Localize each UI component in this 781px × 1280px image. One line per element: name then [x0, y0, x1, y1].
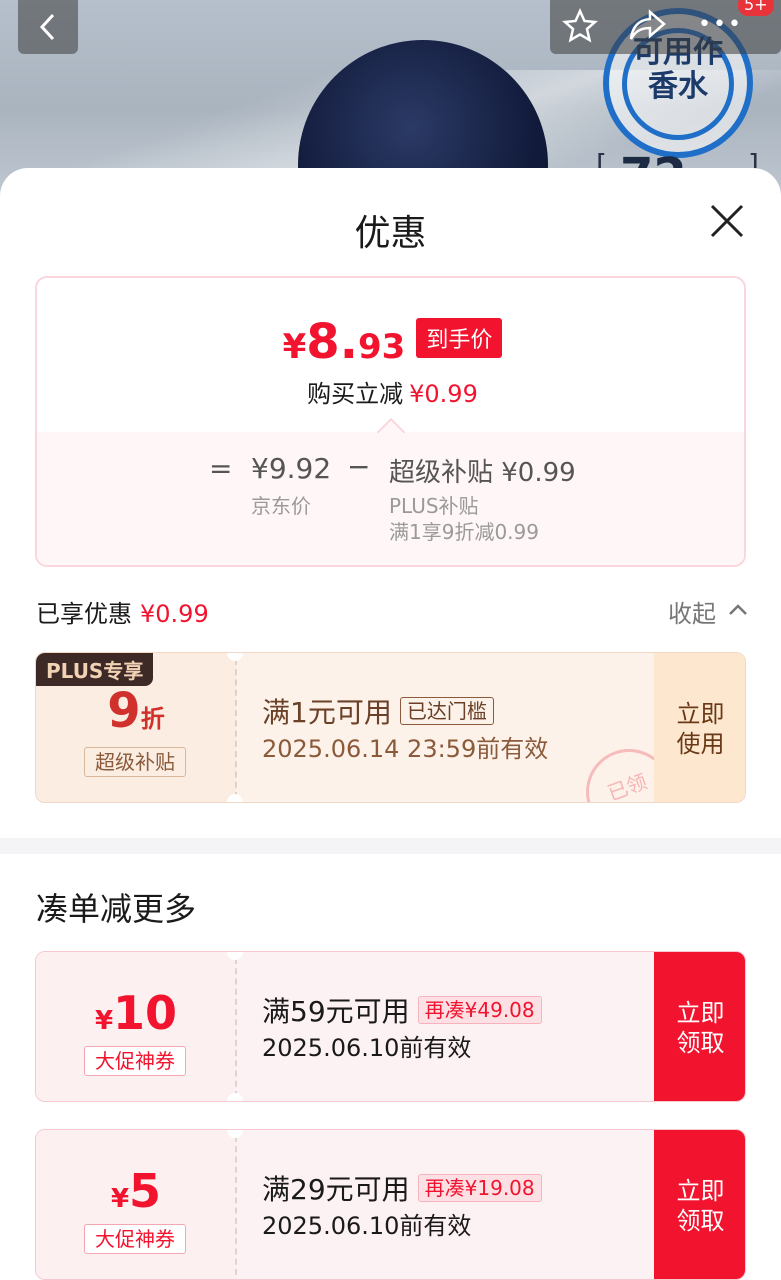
- gap-tag: 再凑¥49.08: [417, 996, 542, 1024]
- top-right-actions: ••• 5+: [550, 0, 781, 54]
- final-price-row: ¥8.93 到手价: [37, 314, 744, 370]
- cta-line-2: 领取: [676, 1206, 725, 1235]
- breakdown-notch: [376, 417, 406, 447]
- discount-number: 9: [107, 683, 141, 739]
- cta-line-1: 立即: [676, 998, 725, 1027]
- coupon-condition: 满29元可用: [262, 1173, 410, 1206]
- coupon-type-label: 大促神券: [84, 1046, 186, 1076]
- close-icon[interactable]: [708, 202, 746, 240]
- coupon-currency: ¥: [110, 1184, 130, 1214]
- final-price: ¥8.93: [283, 314, 406, 370]
- coupon-divider: [235, 659, 237, 798]
- discount-value: 9折: [36, 683, 236, 739]
- final-price-currency: ¥: [282, 327, 307, 367]
- use-now-button[interactable]: 立即 使用: [654, 653, 745, 802]
- final-price-integer: 8.: [306, 314, 358, 370]
- more-count-badge: 5+: [738, 0, 774, 16]
- minus-sign: −: [347, 450, 371, 483]
- price-breakdown: = ¥9.92 京东价 − 超级补贴 ¥0.99 PLUS补贴 满1享9折减0.…: [37, 417, 744, 565]
- promo-coupon: ¥5 大促神券 满29元可用 再凑¥19.08 2025.06.10前有效 立即 …: [35, 1129, 746, 1280]
- sheet-title: 优惠: [354, 213, 427, 254]
- claim-now-button[interactable]: 立即 领取: [654, 1130, 745, 1279]
- back-icon: [39, 13, 55, 41]
- section-divider: [0, 838, 781, 854]
- discount-unit: 折: [140, 705, 165, 733]
- coupon-divider: [235, 1136, 237, 1275]
- enjoyed-label: 已享优惠: [36, 600, 132, 628]
- discount-sheet: 优惠 ¥8.93 到手价 购买立减 ¥0.99 = ¥9.92 京东价 − 超级补…: [0, 168, 781, 1280]
- plus-coupon: PLUS专享 9折 超级补贴 满1元可用 已达门槛 2025.06.14 23:5…: [35, 652, 746, 803]
- coupon-type-label: 大促神券: [84, 1224, 186, 1254]
- cta-line-2: 使用: [676, 729, 725, 758]
- threshold-tag: 已达门槛: [399, 697, 494, 725]
- claim-now-button[interactable]: 立即 领取: [654, 952, 745, 1101]
- more-discounts-title: 凑单减更多: [36, 890, 197, 928]
- jd-price-label: 京东价: [251, 494, 311, 518]
- coupon-title: 满59元可用 再凑¥49.08: [262, 990, 542, 1030]
- coupon-validity: 2025.06.14 23:59前有效: [262, 735, 549, 763]
- final-price-decimal: 93: [357, 327, 406, 367]
- coupon-notch-bottom: [227, 1093, 243, 1101]
- coupon-divider: [235, 958, 237, 1097]
- plus-subsidy-label: PLUS补贴: [389, 494, 479, 518]
- coupon-notch-bottom: [227, 794, 243, 802]
- coupon-type-label: 超级补贴: [84, 747, 186, 777]
- plus-exclusive-badge: PLUS专享: [36, 653, 154, 686]
- cta-line-2: 领取: [676, 1028, 725, 1057]
- coupon-title: 满1元可用 已达门槛: [262, 691, 494, 731]
- enjoyed-amount: ¥0.99: [140, 600, 209, 628]
- more-icon[interactable]: •••: [698, 12, 743, 37]
- gap-tag: 再凑¥19.08: [417, 1174, 542, 1202]
- plus-subsidy-desc: 满1享9折减0.99: [389, 520, 539, 544]
- star-icon[interactable]: [562, 8, 598, 44]
- coupon-condition: 满1元可用: [262, 696, 392, 729]
- coupon-amount-number: 10: [113, 986, 178, 1040]
- price-summary-card: ¥8.93 到手价 购买立减 ¥0.99 = ¥9.92 京东价 − 超级补贴 ¥…: [35, 276, 746, 567]
- instant-discount-label: 购买立减: [307, 380, 404, 408]
- cta-line-1: 立即: [676, 699, 725, 728]
- share-icon[interactable]: [628, 8, 668, 44]
- coupon-currency: ¥: [94, 1006, 114, 1036]
- coupon-amount-number: 5: [129, 1164, 162, 1218]
- super-subsidy: 超级补贴 ¥0.99: [389, 458, 576, 488]
- promo-coupon: ¥10 大促神券 满59元可用 再凑¥49.08 2025.06.10前有效 立即…: [35, 951, 746, 1102]
- coupon-amount: ¥10: [36, 986, 236, 1040]
- coupon-amount: ¥5: [36, 1164, 236, 1218]
- jd-price: ¥9.92: [251, 452, 332, 485]
- coupon-condition: 满59元可用: [262, 995, 410, 1028]
- chevron-up-icon[interactable]: [728, 602, 748, 616]
- coupon-validity: 2025.06.10前有效: [262, 1034, 472, 1062]
- final-price-tag: 到手价: [416, 318, 503, 358]
- collapse-button[interactable]: 收起: [668, 594, 716, 629]
- instant-discount-line: 购买立减 ¥0.99: [37, 374, 744, 409]
- coupon-title: 满29元可用 再凑¥19.08: [262, 1168, 542, 1208]
- instant-discount-amount: ¥0.99: [409, 380, 478, 408]
- cta-line-1: 立即: [676, 1176, 725, 1205]
- coupon-validity: 2025.06.10前有效: [262, 1212, 472, 1240]
- back-button[interactable]: [18, 0, 78, 54]
- equals-sign: =: [209, 452, 233, 485]
- enjoyed-discount: 已享优惠 ¥0.99: [36, 594, 209, 629]
